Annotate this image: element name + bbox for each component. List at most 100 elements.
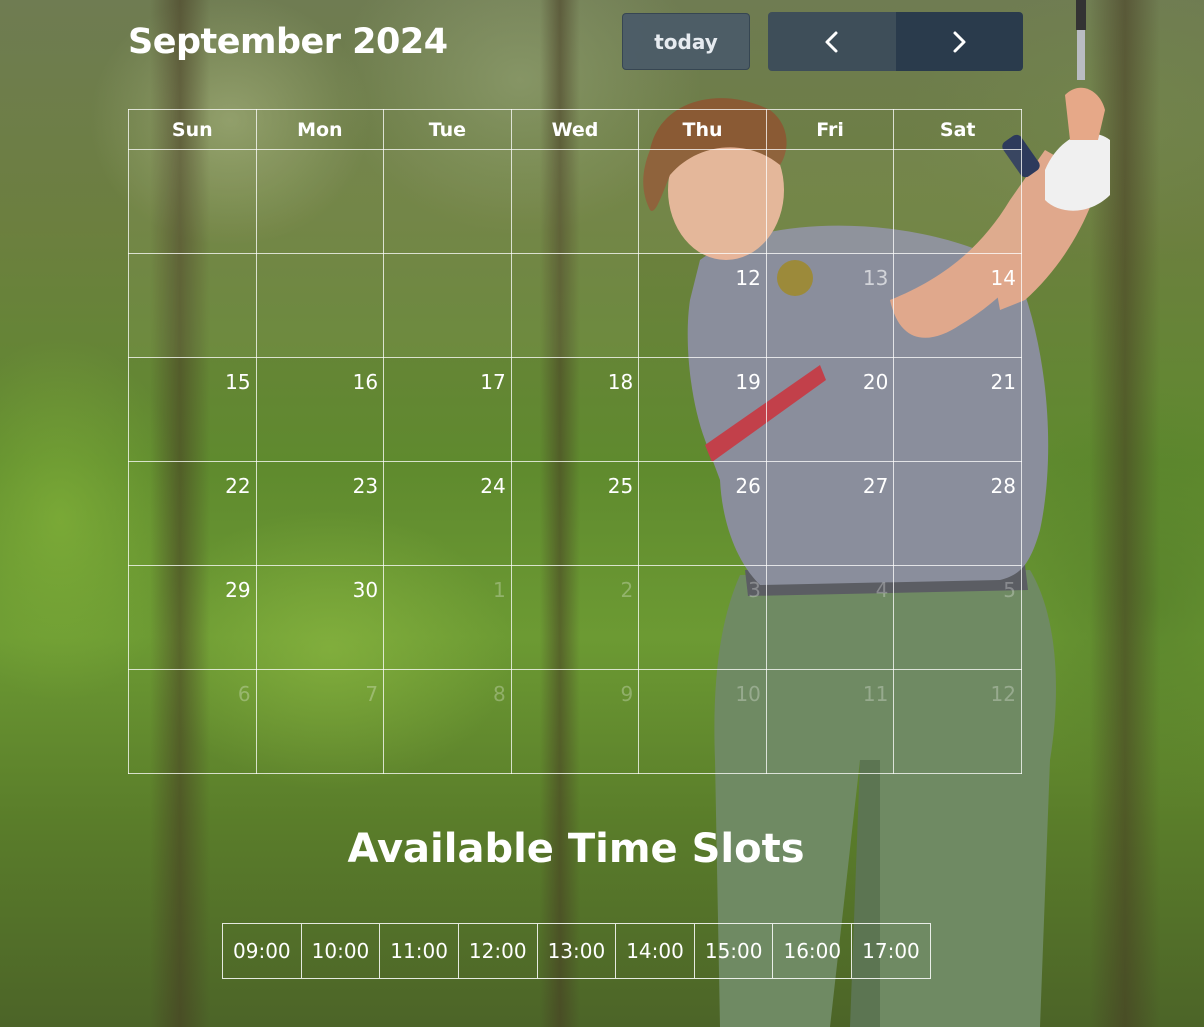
calendar-day-number: 24 xyxy=(480,474,506,498)
calendar-day-number xyxy=(384,254,511,266)
weekday-header-mon: Mon xyxy=(255,109,385,150)
calendar-day-number: 20 xyxy=(862,370,889,394)
calendar-day-number: 12 xyxy=(990,682,1016,706)
calendar-day-cell xyxy=(638,149,767,254)
calendar-day-cell[interactable]: 26 xyxy=(638,461,767,566)
calendar-day-cell[interactable]: 6 xyxy=(128,669,257,774)
time-slot-button[interactable]: 09:00 xyxy=(223,924,302,978)
calendar-week-row xyxy=(128,149,1022,254)
weekday-header-sat: Sat xyxy=(893,109,1022,150)
calendar-day-cell[interactable]: 27 xyxy=(765,461,895,566)
weekday-header-row: Sun Mon Tue Wed Thu Fri Sat xyxy=(128,109,1022,150)
calendar-day-number: 13 xyxy=(862,266,889,290)
time-slot-button[interactable]: 13:00 xyxy=(538,924,617,978)
calendar-day-cell xyxy=(893,149,1022,254)
calendar-day-number xyxy=(129,150,256,162)
calendar-day-number: 27 xyxy=(862,474,889,498)
calendar-day-number: 17 xyxy=(480,370,506,394)
calendar-day-cell[interactable]: 20 xyxy=(765,357,895,462)
calendar-day-number: 23 xyxy=(352,474,379,498)
calendar-day-number: 9 xyxy=(620,682,634,706)
calendar-day-number: 30 xyxy=(352,578,379,602)
calendar-day-cell[interactable]: 19 xyxy=(638,357,767,462)
calendar-day-cell[interactable]: 7 xyxy=(255,669,385,774)
weekday-header-tue: Tue xyxy=(383,109,512,150)
time-slot-button[interactable]: 17:00 xyxy=(852,924,930,978)
time-slot-button[interactable]: 10:00 xyxy=(302,924,381,978)
calendar-day-number: 16 xyxy=(352,370,379,394)
calendar-day-number: 7 xyxy=(365,682,379,706)
calendar-day-cell[interactable]: 5 xyxy=(893,565,1022,670)
calendar-day-number: 3 xyxy=(748,578,761,602)
calendar-day-cell[interactable]: 12 xyxy=(638,253,767,358)
calendar-day-cell[interactable]: 3 xyxy=(638,565,767,670)
time-slot-button[interactable]: 16:00 xyxy=(773,924,853,978)
calendar-day-number: 26 xyxy=(735,474,761,498)
calendar-day-cell[interactable]: 30 xyxy=(255,565,385,670)
calendar-day-number: 22 xyxy=(225,474,251,498)
calendar-day-number: 12 xyxy=(735,266,761,290)
time-slot-button[interactable]: 14:00 xyxy=(616,924,695,978)
calendar-day-cell xyxy=(255,149,385,254)
calendar-day-number xyxy=(767,150,894,162)
calendar-day-number xyxy=(512,150,639,162)
weekday-header-sun: Sun xyxy=(128,109,257,150)
calendar-day-cell[interactable]: 9 xyxy=(510,669,640,774)
calendar-day-cell[interactable]: 18 xyxy=(510,357,640,462)
calendar-day-cell[interactable]: 16 xyxy=(255,357,385,462)
calendar-week-row: 15 16 17 18 19 20 21 xyxy=(128,357,1022,462)
calendar-day-cell[interactable]: 29 xyxy=(128,565,257,670)
calendar-day-number: 29 xyxy=(225,578,251,602)
calendar-day-cell[interactable]: 1 xyxy=(383,565,512,670)
calendar-day-cell[interactable]: 17 xyxy=(383,357,512,462)
calendar-week-row: 6 7 8 9 10 11 12 xyxy=(128,669,1022,774)
calendar-day-number: 8 xyxy=(492,682,506,706)
chevron-left-icon xyxy=(825,31,838,52)
calendar-day-number: 21 xyxy=(990,370,1016,394)
calendar-day-cell[interactable]: 13 xyxy=(765,253,895,358)
calendar-day-cell xyxy=(510,253,640,358)
calendar-day-cell[interactable]: 23 xyxy=(255,461,385,566)
calendar-day-cell xyxy=(128,149,257,254)
calendar-day-cell[interactable]: 10 xyxy=(638,669,767,774)
month-nav-group xyxy=(768,12,1023,71)
calendar-day-number xyxy=(129,254,256,266)
calendar-day-number: 5 xyxy=(1003,578,1016,602)
calendar-day-cell[interactable]: 24 xyxy=(383,461,512,566)
calendar-day-number xyxy=(639,150,766,162)
time-slot-button[interactable]: 11:00 xyxy=(380,924,459,978)
calendar-day-cell[interactable]: 25 xyxy=(510,461,640,566)
prev-month-button[interactable] xyxy=(768,12,896,71)
calendar-day-number: 2 xyxy=(620,578,634,602)
calendar-day-cell[interactable]: 28 xyxy=(893,461,1022,566)
calendar-day-cell[interactable]: 4 xyxy=(765,565,895,670)
calendar-day-cell[interactable]: 2 xyxy=(510,565,640,670)
calendar-week-row: 29 30 1 2 3 4 5 xyxy=(128,565,1022,670)
time-slot-list: 09:00 10:00 11:00 12:00 13:00 14:00 15:00 16:00… xyxy=(222,923,931,979)
calendar-day-number xyxy=(384,150,511,162)
calendar-day-cell[interactable]: 22 xyxy=(128,461,257,566)
calendar-day-cell[interactable]: 21 xyxy=(893,357,1022,462)
calendar-day-number: 19 xyxy=(735,370,761,394)
calendar-day-cell xyxy=(383,253,512,358)
calendar-day-number xyxy=(257,254,384,266)
next-month-button[interactable] xyxy=(895,12,1023,71)
calendar-day-cell[interactable]: 15 xyxy=(128,357,257,462)
time-slot-button[interactable]: 12:00 xyxy=(459,924,538,978)
calendar-week-row: 22 23 24 25 26 27 28 xyxy=(128,461,1022,566)
calendar-day-cell[interactable]: 11 xyxy=(765,669,895,774)
calendar-day-cell[interactable]: 14 xyxy=(893,253,1022,358)
calendar-day-cell[interactable]: 8 xyxy=(383,669,512,774)
calendar-week-row: 12 13 14 xyxy=(128,253,1022,358)
calendar-day-number: 15 xyxy=(225,370,251,394)
today-button[interactable]: today xyxy=(622,13,750,70)
calendar-day-number: 28 xyxy=(990,474,1016,498)
calendar-day-cell xyxy=(383,149,512,254)
calendar-day-cell xyxy=(765,149,895,254)
calendar-day-number: 1 xyxy=(492,578,506,602)
time-slot-button[interactable]: 15:00 xyxy=(695,924,774,978)
calendar-body: 12 13 14 15 16 17 18 19 20 21 22 23 24 25 26 27 28 29 30 1 2… xyxy=(128,149,1022,774)
calendar-day-number: 6 xyxy=(237,682,251,706)
calendar-day-cell[interactable]: 12 xyxy=(893,669,1022,774)
calendar-day-cell xyxy=(128,253,257,358)
